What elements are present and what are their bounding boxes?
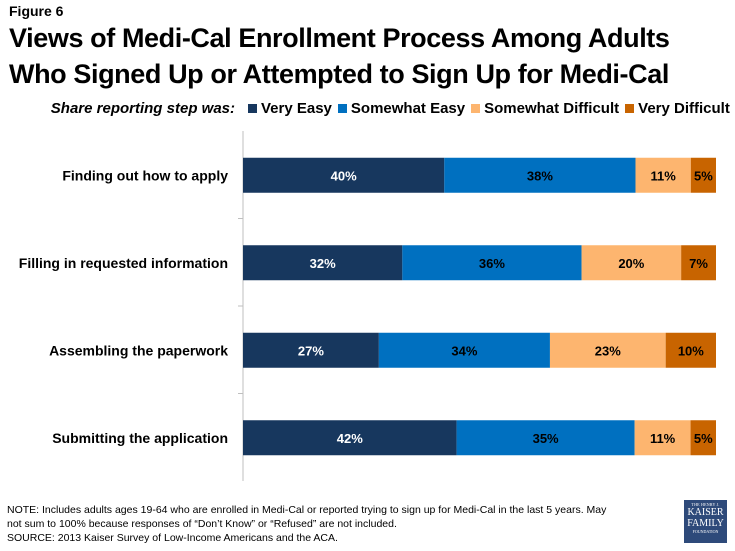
source-line: SOURCE: 2013 Kaiser Survey of Low-Income… [7,532,338,544]
category-label: Assembling the paperwork [49,342,228,358]
data-label: 38% [527,168,553,183]
logo-line-2: KAISER [687,507,724,518]
data-label: 36% [479,256,505,271]
logo-line-4: FOUNDATION [692,529,719,534]
data-label: 5% [694,168,713,183]
data-label: 32% [310,256,336,271]
kff-logo: THE HENRY J. KAISER FAMILY FOUNDATION [684,500,727,543]
note-line-1: NOTE: Includes adults ages 19-64 who are… [7,504,607,516]
footer-notes: NOTE: Includes adults ages 19-64 who are… [7,503,667,545]
category-label: Finding out how to apply [62,167,228,183]
data-label: 40% [331,168,357,183]
data-label: 42% [337,431,363,446]
data-label: 11% [650,431,676,446]
data-label: 11% [651,168,677,183]
note-line-2: not sum to 100% because responses of “Do… [7,518,397,530]
data-label: 10% [678,343,704,358]
data-label: 23% [595,343,621,358]
logo-line-3: FAMILY [687,518,724,529]
data-label: 5% [694,431,713,446]
category-label: Filling in requested information [19,255,228,271]
category-label: Submitting the application [52,430,228,446]
data-label: 7% [689,256,708,271]
data-label: 20% [618,256,644,271]
chart-plot: Finding out how to apply 40% 38% 11% 5% Filli… [19,131,716,481]
data-label: 27% [298,343,324,358]
data-label: 34% [451,343,477,358]
data-label: 35% [533,431,559,446]
